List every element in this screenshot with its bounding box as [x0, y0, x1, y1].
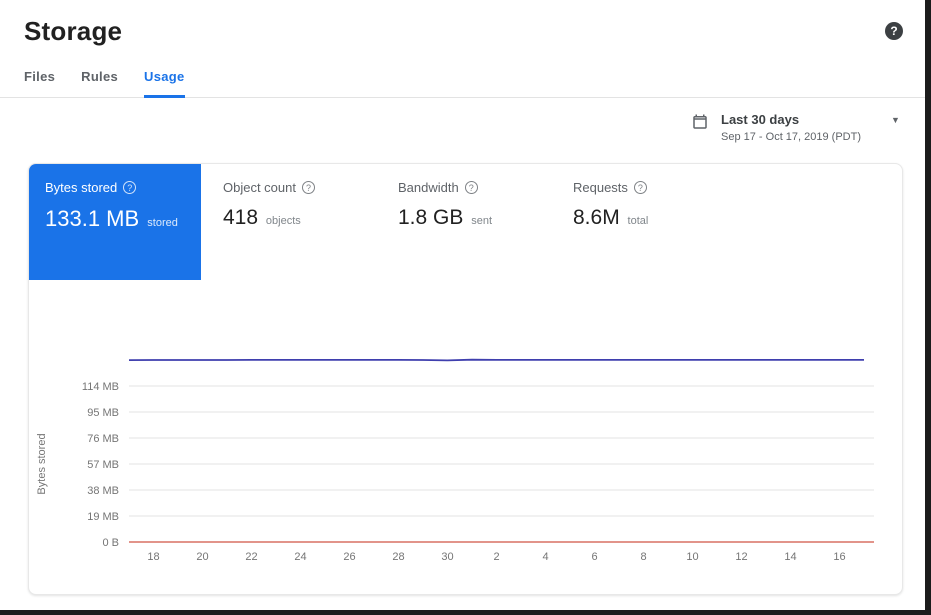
- info-icon[interactable]: ?: [634, 181, 647, 194]
- info-icon[interactable]: ?: [123, 181, 136, 194]
- metric-value: 8.6M: [573, 206, 620, 229]
- metric-value: 133.1 MB: [45, 206, 139, 231]
- date-range-label: Last 30 days: [721, 112, 879, 127]
- metric-unit: stored: [147, 217, 178, 229]
- chevron-down-icon: ▼: [891, 115, 903, 125]
- svg-text:22: 22: [245, 551, 257, 563]
- metric-label-row: Requests ?: [573, 180, 726, 195]
- svg-text:28: 28: [392, 551, 404, 563]
- svg-text:20: 20: [196, 551, 208, 563]
- page-header: Storage ?: [0, 0, 925, 47]
- metric-unit: sent: [471, 215, 492, 227]
- svg-text:6: 6: [591, 551, 597, 563]
- svg-text:4: 4: [542, 551, 548, 563]
- tab-bar: Files Rules Usage: [0, 69, 925, 98]
- help-icon[interactable]: ?: [885, 22, 903, 40]
- metric-label-row: Object count ?: [223, 180, 376, 195]
- date-range-text: Last 30 days Sep 17 - Oct 17, 2019 (PDT): [721, 112, 879, 143]
- usage-chart-svg: 114 MB95 MB76 MB57 MB38 MB19 MB0 B182022…: [29, 342, 889, 570]
- tab-rules[interactable]: Rules: [81, 69, 118, 98]
- svg-text:30: 30: [441, 551, 453, 563]
- metric-value-row: 8.6M total: [573, 206, 726, 230]
- metric-tabs: Bytes stored ? 133.1 MB stored Object co…: [29, 164, 902, 280]
- metric-value: 418: [223, 206, 258, 229]
- metric-unit: objects: [266, 215, 301, 227]
- svg-text:14: 14: [784, 551, 796, 563]
- metric-label: Bytes stored: [45, 180, 117, 195]
- svg-text:76 MB: 76 MB: [87, 433, 119, 445]
- date-range-sublabel: Sep 17 - Oct 17, 2019 (PDT): [721, 131, 879, 143]
- storage-page: Storage ? Files Rules Usage Last 30 days…: [0, 0, 925, 610]
- metric-label-row: Bytes stored ?: [45, 180, 185, 195]
- svg-text:8: 8: [640, 551, 646, 563]
- svg-text:114 MB: 114 MB: [82, 381, 119, 393]
- metric-label-row: Bandwidth ?: [398, 180, 551, 195]
- svg-text:19 MB: 19 MB: [87, 511, 119, 523]
- svg-text:38 MB: 38 MB: [87, 485, 119, 497]
- metric-bytes-stored[interactable]: Bytes stored ? 133.1 MB stored: [29, 164, 201, 280]
- metric-value-row: 1.8 GB sent: [398, 206, 551, 230]
- svg-text:24: 24: [294, 551, 306, 563]
- info-icon[interactable]: ?: [465, 181, 478, 194]
- svg-text:2: 2: [493, 551, 499, 563]
- tab-usage[interactable]: Usage: [144, 69, 185, 98]
- metric-unit: total: [628, 215, 649, 227]
- usage-chart: 114 MB95 MB76 MB57 MB38 MB19 MB0 B182022…: [29, 342, 902, 582]
- metric-value: 1.8 GB: [398, 206, 463, 229]
- metric-label: Object count: [223, 180, 296, 195]
- svg-text:16: 16: [833, 551, 845, 563]
- metric-label: Requests: [573, 180, 628, 195]
- calendar-icon: [691, 113, 709, 131]
- metric-value-row: 418 objects: [223, 206, 376, 230]
- date-range-selector[interactable]: Last 30 days Sep 17 - Oct 17, 2019 (PDT)…: [0, 112, 925, 143]
- svg-text:10: 10: [686, 551, 698, 563]
- page-title: Storage: [24, 16, 122, 47]
- svg-text:57 MB: 57 MB: [87, 459, 119, 471]
- svg-text:Bytes stored: Bytes stored: [36, 433, 48, 494]
- svg-text:18: 18: [147, 551, 159, 563]
- svg-text:26: 26: [343, 551, 355, 563]
- svg-text:0 B: 0 B: [102, 537, 119, 549]
- metric-object-count[interactable]: Object count ? 418 objects: [201, 164, 376, 280]
- metric-value-row: 133.1 MB stored: [45, 206, 185, 232]
- metric-label: Bandwidth: [398, 180, 459, 195]
- info-icon[interactable]: ?: [302, 181, 315, 194]
- svg-text:12: 12: [735, 551, 747, 563]
- usage-card: Bytes stored ? 133.1 MB stored Object co…: [28, 163, 903, 595]
- metric-requests[interactable]: Requests ? 8.6M total: [551, 164, 726, 280]
- tab-files[interactable]: Files: [24, 69, 55, 98]
- svg-text:95 MB: 95 MB: [87, 407, 119, 419]
- metric-bandwidth[interactable]: Bandwidth ? 1.8 GB sent: [376, 164, 551, 280]
